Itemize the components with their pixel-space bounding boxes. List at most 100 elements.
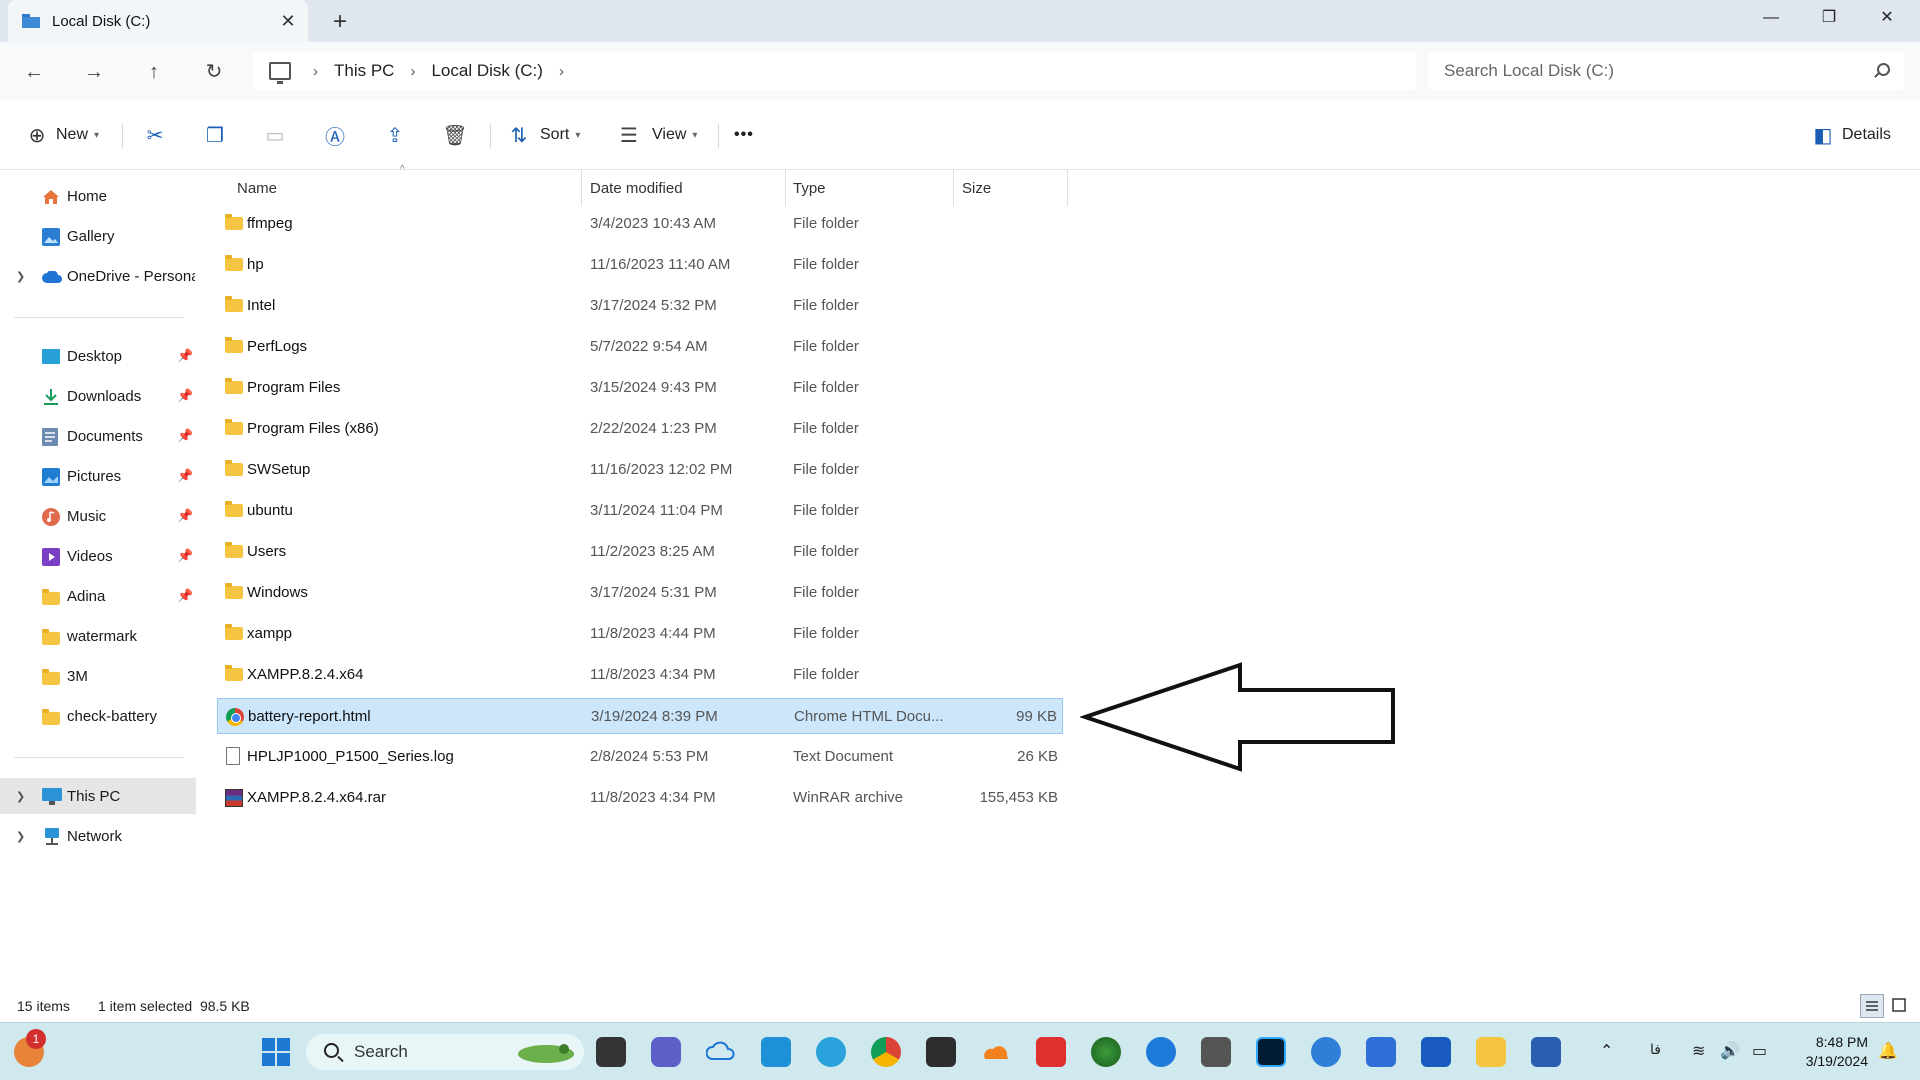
photos-icon[interactable] [1311,1037,1341,1067]
teams-chat-icon[interactable] [651,1037,681,1067]
sidebar-item-music[interactable]: Music 📌 [0,498,196,534]
sort-button[interactable]: ⇅ Sort ▾ [506,117,581,153]
sidebar-item-pictures[interactable]: Pictures 📌 [0,458,196,494]
table-row[interactable]: ubuntu 3/11/2024 11:04 PM File folder [217,493,1063,529]
paste-icon: ▭ [265,124,285,147]
table-row[interactable]: XAMPP.8.2.4.x64.rar 11/8/2023 4:34 PM WinR… [217,780,1063,816]
sidebar-item-desktop[interactable]: Desktop 📌 [0,338,196,374]
details-view-button[interactable] [1860,994,1884,1018]
refresh-button[interactable]: ↻ [194,54,234,90]
sidebar-item-onedrive[interactable]: ❯ OneDrive - Persona [0,258,196,294]
chevron-right-icon[interactable]: ❯ [16,830,25,843]
sidebar-item-videos[interactable]: Videos 📌 [0,538,196,574]
column-header-size[interactable]: Size [962,170,991,206]
column-divider[interactable] [785,170,786,206]
cloudflare-icon[interactable] [981,1037,1011,1067]
chevron-right-icon[interactable]: ❯ [16,270,25,283]
photoshop-icon[interactable] [1256,1037,1286,1067]
internet-download-manager-icon[interactable] [1091,1037,1121,1067]
up-button[interactable]: ↑ [134,54,174,90]
tab-close-icon[interactable]: ✕ [268,11,308,32]
copy-button[interactable]: ❐ [202,117,228,153]
new-button[interactable]: ⊕ New ▾ [24,117,99,153]
address-bar[interactable]: › This PC › Local Disk (C:) › [253,52,1416,90]
column-header-type[interactable]: Type [793,170,826,206]
sidebar-item-documents[interactable]: Documents 📌 [0,418,196,454]
sidebar-item-watermark[interactable]: watermark [0,618,196,654]
anydesk-icon[interactable] [1036,1037,1066,1067]
sidebar-item-3m[interactable]: 3M [0,658,196,694]
word-icon[interactable] [1421,1037,1451,1067]
table-row[interactable]: Users 11/2/2023 8:25 AM File folder [217,534,1063,570]
sidebar-item-home[interactable]: Home [0,178,196,214]
table-row[interactable]: XAMPP.8.2.4.x64 11/8/2023 4:34 PM File fol… [217,657,1063,693]
telegram-icon[interactable] [816,1037,846,1067]
task-view-icon[interactable] [596,1037,626,1067]
photos-app-icon[interactable] [761,1037,791,1067]
table-row[interactable]: Program Files 3/15/2024 9:43 PM File folde… [217,370,1063,406]
table-row[interactable]: Intel 3/17/2024 5:32 PM File folder [217,288,1063,324]
table-row[interactable]: PerfLogs 5/7/2022 9:54 AM File folder [217,329,1063,365]
details-button[interactable]: ◧ Details [1810,117,1891,153]
column-label: Date modified [590,179,683,197]
column-header-name[interactable]: Name [237,170,277,206]
sidebar-item-downloads[interactable]: Downloads 📌 [0,378,196,414]
taskbar-search[interactable]: Search [306,1034,584,1070]
sidebar-item-adina[interactable]: Adina 📌 [0,578,196,614]
sidebar-item-gallery[interactable]: Gallery [0,218,196,254]
input-language[interactable]: فا [1650,1041,1661,1058]
sidebar-item-network[interactable]: ❯ Network [0,818,196,854]
show-hidden-icons[interactable]: ⌃ [1600,1041,1613,1061]
back-button[interactable]: ← [14,54,54,90]
close-window-button[interactable]: ✕ [1858,0,1916,36]
delete-button[interactable]: 🗑 [442,117,468,153]
sidebar-item-label: Music [67,507,107,525]
windows-start-icon[interactable] [261,1037,291,1067]
powershell-icon[interactable] [1531,1037,1561,1067]
column-divider[interactable] [1067,170,1068,206]
tab-local-disk[interactable]: Local Disk (C:) ✕ [8,0,308,42]
tiles-view-button[interactable] [1888,994,1912,1018]
onedrive-app-icon[interactable] [705,1037,736,1067]
share-button[interactable]: ⇪ [382,117,408,153]
table-row[interactable]: ffmpeg 3/4/2023 10:43 AM File folder [217,206,1063,242]
breadcrumb-this-pc[interactable]: This PC [334,61,394,81]
calculator-icon[interactable] [1201,1037,1231,1067]
cut-button[interactable]: ✂ [142,117,168,153]
paste-button[interactable]: ▭ [262,117,288,153]
volume-icon[interactable]: 🔊 [1720,1041,1740,1061]
chevron-right-icon[interactable]: ❯ [16,790,25,803]
notepad-icon[interactable] [1366,1037,1396,1067]
column-header-date[interactable]: Date modified [590,170,683,206]
see-more-button[interactable]: ••• [734,117,754,153]
terminal-app-icon[interactable] [926,1037,956,1067]
phone-link-icon[interactable] [1146,1037,1176,1067]
wifi-icon[interactable]: ≋ [1692,1041,1705,1061]
new-tab-button[interactable]: + [320,6,360,38]
breadcrumb-local-disk[interactable]: Local Disk (C:) [431,61,542,81]
table-row[interactable]: battery-report.html 3/19/2024 8:39 PM Chro… [217,698,1063,734]
minimize-button[interactable]: — [1742,0,1800,36]
file-explorer-icon[interactable] [1476,1037,1506,1067]
notification-bell-icon[interactable]: 🔔 [1878,1041,1898,1061]
view-button[interactable]: ☰ View ▾ [616,117,697,153]
chrome-icon[interactable] [871,1037,901,1067]
column-divider[interactable] [953,170,954,206]
table-row[interactable]: SWSetup 11/16/2023 12:02 PM File folder [217,452,1063,488]
toolbar-divider [122,124,123,148]
table-row[interactable]: HPLJP1000_P1500_Series.log 2/8/2024 5:53 … [217,739,1063,775]
column-divider[interactable] [581,170,582,206]
breadcrumb-separator[interactable]: › [559,63,564,80]
sidebar-item-this-pc[interactable]: ❯ This PC [0,778,196,814]
rename-button[interactable]: Ⓐ [322,117,348,153]
table-row[interactable]: xampp 11/8/2023 4:44 PM File folder [217,616,1063,652]
table-row[interactable]: Windows 3/17/2024 5:31 PM File folder [217,575,1063,611]
forward-button[interactable]: → [74,54,114,90]
table-row[interactable]: Program Files (x86) 2/22/2024 1:23 PM File… [217,411,1063,447]
search-input[interactable]: Search Local Disk (C:) [1428,52,1904,90]
system-clock[interactable]: 8:48 PM 3/19/2024 [1806,1033,1868,1071]
table-row[interactable]: hp 11/16/2023 11:40 AM File folder [217,247,1063,283]
battery-icon[interactable]: ▭ [1752,1041,1767,1061]
sidebar-item-check-battery[interactable]: check-battery [0,698,196,734]
restore-button[interactable]: ❐ [1800,0,1858,36]
